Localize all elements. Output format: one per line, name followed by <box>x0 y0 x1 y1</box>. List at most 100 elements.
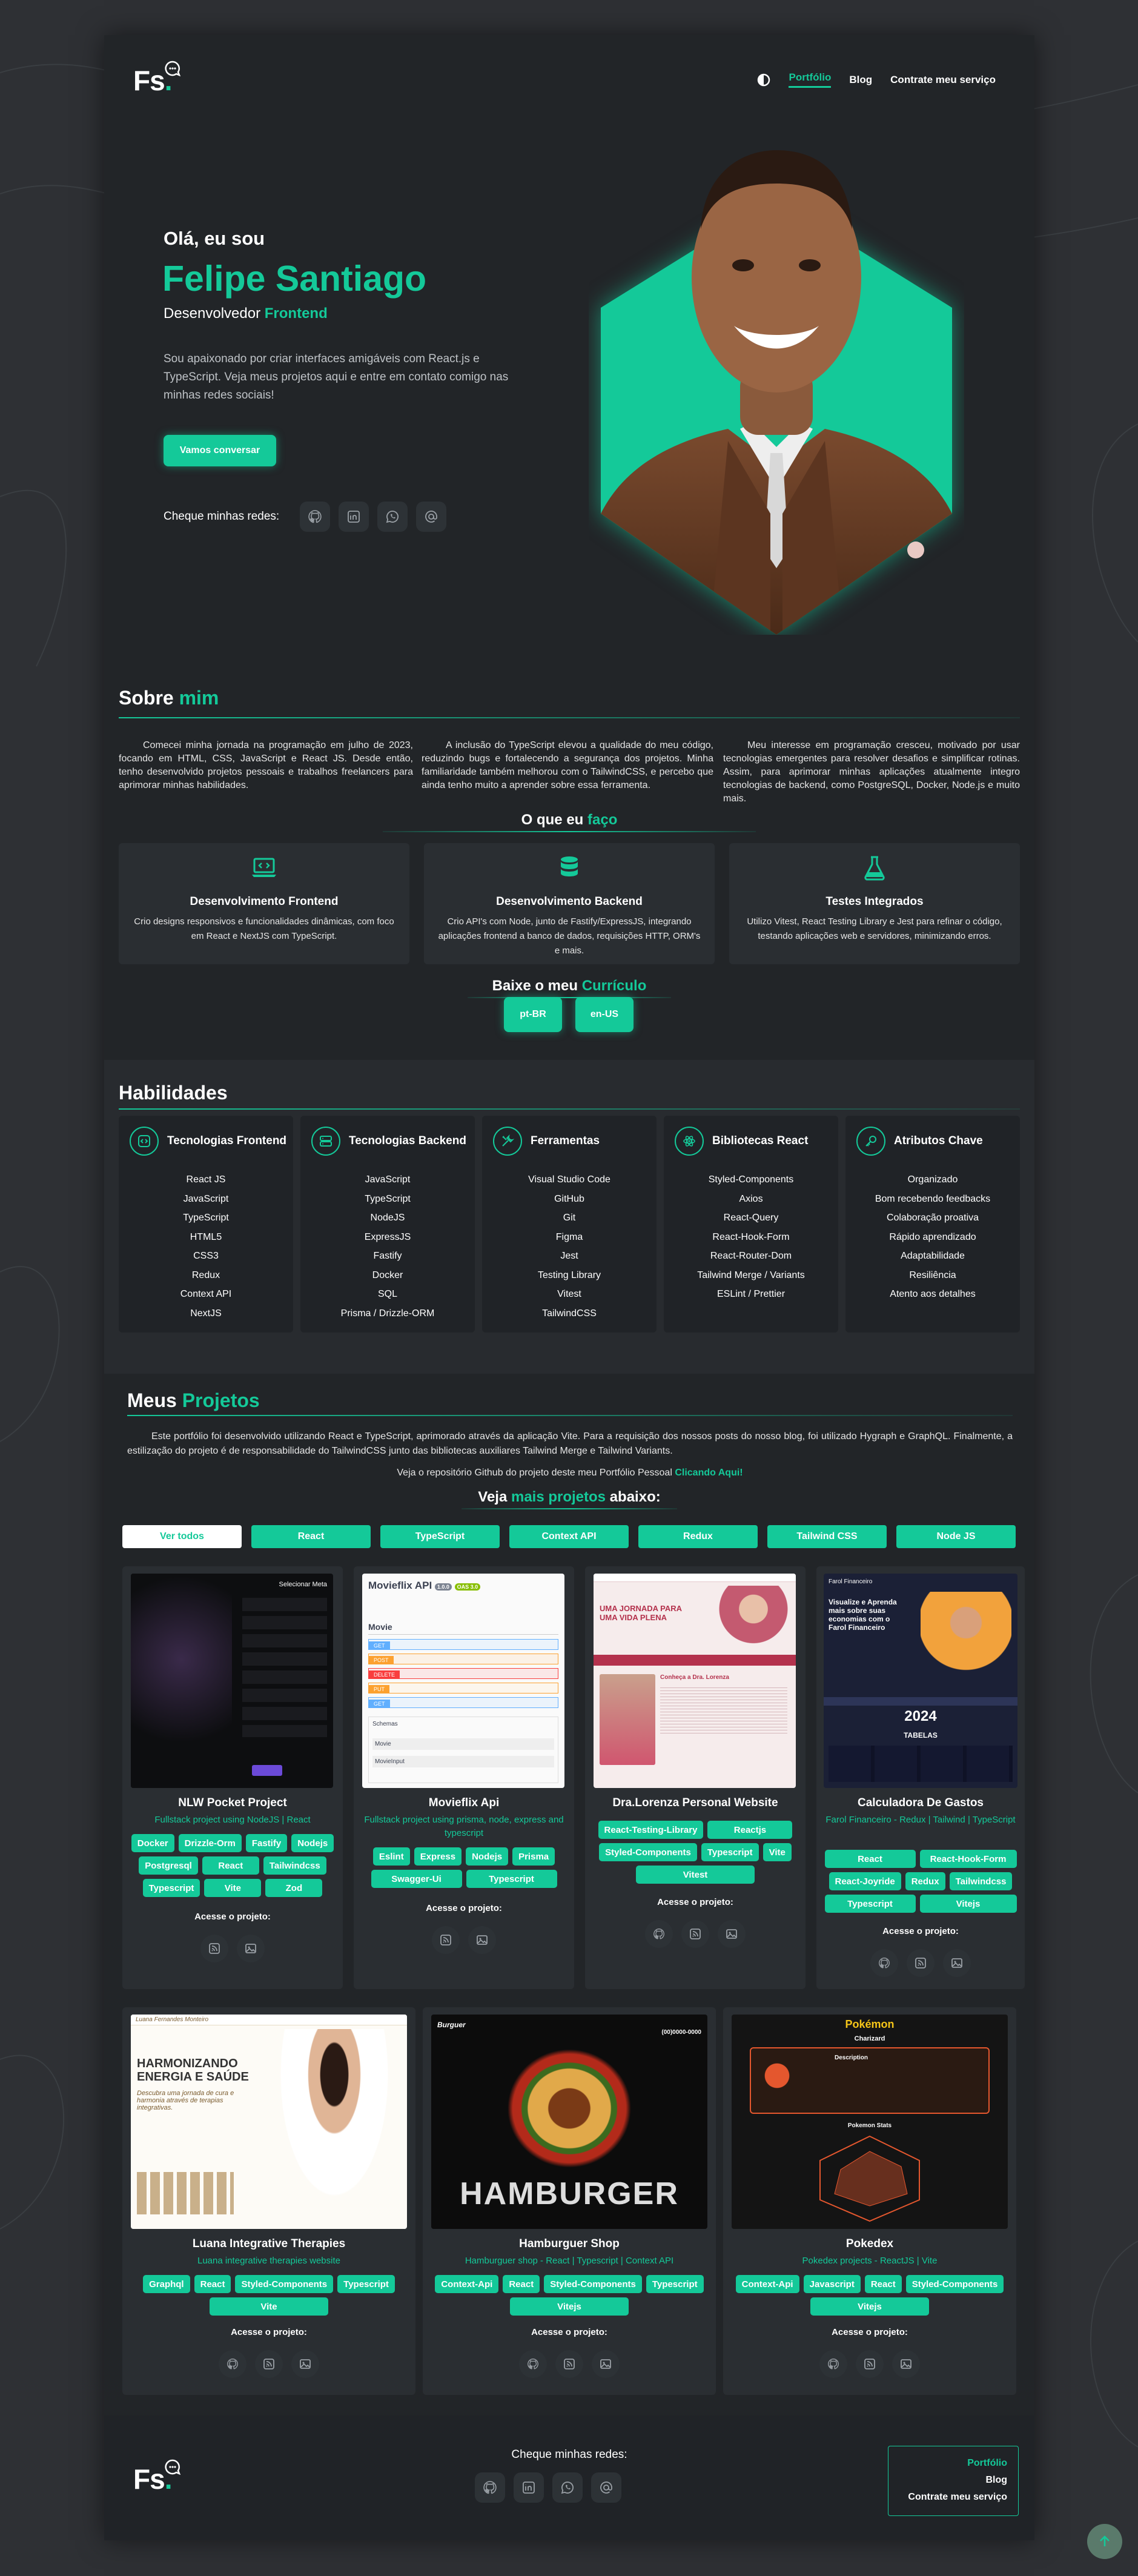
email-at-icon[interactable] <box>591 2472 621 2503</box>
github-icon[interactable] <box>300 502 331 532</box>
skill-item: React-Hook-Form <box>712 1231 790 1242</box>
tag: Drizzle-Orm <box>178 1834 242 1852</box>
tag: Vitejs <box>510 2297 629 2316</box>
tag: React-Testing-Library <box>598 1821 704 1839</box>
project-tags: React-Testing-Library Reactjs Styled-Com… <box>591 1821 799 1884</box>
footer-nav-portfolio[interactable]: Portfólio <box>899 2455 1007 2472</box>
projects-underline <box>127 1415 1013 1416</box>
filter-typescript[interactable]: TypeScript <box>380 1525 500 1548</box>
image-icon[interactable] <box>468 1926 496 1954</box>
cv-ptbr-button[interactable]: pt-BR <box>504 997 562 1032</box>
image-icon[interactable] <box>892 2350 920 2378</box>
logo[interactable]: Fs. <box>133 61 180 97</box>
project-screenshot[interactable]: Movieflix API 1.0.0 OAS 3.0 Movie GET PO… <box>362 1574 564 1788</box>
project-title: Hamburguer Shop <box>519 2237 620 2250</box>
deploy-icon[interactable] <box>555 2350 583 2378</box>
image-icon[interactable] <box>592 2350 620 2378</box>
deploy-icon[interactable] <box>200 1935 228 1962</box>
deploy-icon[interactable] <box>856 2350 884 2378</box>
project-screenshot[interactable]: Burguer (00)0000-0000 HAMBURGER <box>431 2015 707 2229</box>
skill-card-react-libs: Bibliotecas React Styled-Components Axio… <box>664 1116 838 1333</box>
project-tags: Context-Api React Styled-Components Type… <box>429 2275 710 2316</box>
github-icon[interactable] <box>870 1949 898 1977</box>
tag: React-Hook-Form <box>919 1850 1017 1868</box>
hero-socials: Cheque minhas redes: <box>164 502 447 532</box>
tag: React <box>503 2275 540 2293</box>
email-at-icon[interactable] <box>416 502 447 532</box>
footer-nav: Portfólio Blog Contrate meu serviço <box>888 2446 1019 2516</box>
tag: Typescript <box>337 2275 395 2293</box>
services-underline <box>383 831 756 832</box>
filter-nodejs[interactable]: Node JS <box>896 1525 1016 1548</box>
nav-portfolio[interactable]: Portfólio <box>789 71 832 88</box>
project-screenshot[interactable]: Selecionar Meta <box>131 1574 333 1788</box>
project-screenshot[interactable]: Luana Fernandes Monteiro HARMONIZANDO EN… <box>131 2015 407 2229</box>
footer-nav-blog[interactable]: Blog <box>899 2472 1007 2489</box>
database-icon <box>561 856 578 876</box>
filter-context-api[interactable]: Context API <box>509 1525 629 1548</box>
cv-underline <box>468 997 671 998</box>
deploy-icon[interactable] <box>907 1949 935 1977</box>
filter-tailwind[interactable]: Tailwind CSS <box>767 1525 887 1548</box>
deploy-icon[interactable] <box>255 2350 283 2378</box>
skill-item: Styled-Components <box>708 1174 794 1185</box>
filter-all[interactable]: Ver todos <box>122 1525 242 1548</box>
tag: Styled-Components <box>599 1843 697 1861</box>
scroll-to-top-button[interactable] <box>1087 2524 1122 2559</box>
skill-item: CSS3 <box>193 1251 219 1261</box>
skill-item: React-Router-Dom <box>710 1251 792 1261</box>
tag: Vite <box>204 1879 262 1897</box>
tag: Typescript <box>701 1843 759 1861</box>
tag: Fastify <box>245 1834 288 1852</box>
whatsapp-icon[interactable] <box>552 2472 583 2503</box>
footer-logo[interactable]: Fs. <box>133 2459 180 2495</box>
deploy-icon[interactable] <box>432 1926 460 1954</box>
image-icon[interactable] <box>237 1935 265 1962</box>
filter-react[interactable]: React <box>251 1525 371 1548</box>
tag: Eslint <box>372 1847 410 1866</box>
tag: Tailwindcss <box>263 1856 326 1875</box>
project-title: Luana Integrative Therapies <box>192 2237 346 2250</box>
nav-hire[interactable]: Contrate meu serviço <box>890 74 996 86</box>
skill-item: Testing Library <box>537 1270 601 1280</box>
footer-nav-hire[interactable]: Contrate meu serviço <box>899 2489 1007 2506</box>
skill-item: Prisma / Drizzle-ORM <box>340 1308 435 1319</box>
project-title: Movieflix Api <box>428 1796 500 1809</box>
project-screenshot[interactable]: Pokémon Charizard Description Pokemon St… <box>732 2015 1008 2229</box>
service-title: Testes Integrados <box>825 895 924 908</box>
filter-redux[interactable]: Redux <box>638 1525 758 1548</box>
github-icon[interactable] <box>645 1920 673 1948</box>
project-subtitle: Fullstack project using prisma, node, ex… <box>364 1815 564 1838</box>
project-screenshot[interactable]: UMA JORNADA PARA UMA VIDA PLENA Conheça … <box>594 1574 796 1788</box>
cv-enus-button[interactable]: en-US <box>575 997 634 1032</box>
project-title: NLW Pocket Project <box>178 1796 287 1809</box>
project-subtitle: Luana integrative therapies website <box>197 2256 340 2266</box>
skill-item: GitHub <box>554 1193 584 1204</box>
project-screenshot[interactable]: Farol Financeiro Visualize e Aprenda mai… <box>824 1574 1017 1788</box>
image-icon[interactable] <box>718 1920 746 1948</box>
filter-underline <box>461 1508 677 1509</box>
github-icon[interactable] <box>219 2350 246 2378</box>
github-icon[interactable] <box>519 2350 547 2378</box>
access-label: Acesse o projeto: <box>194 1912 271 1922</box>
nav-blog[interactable]: Blog <box>849 74 872 86</box>
half-circle-icon[interactable] <box>757 73 770 87</box>
image-icon[interactable] <box>291 2350 319 2378</box>
skill-item: Axios <box>739 1193 763 1204</box>
image-icon[interactable] <box>943 1949 971 1977</box>
service-desc: Crio API's com Node, junto de Fastify/Ex… <box>438 916 701 956</box>
deploy-icon[interactable] <box>681 1920 709 1948</box>
whatsapp-icon[interactable] <box>377 502 408 532</box>
github-icon[interactable] <box>819 2350 847 2378</box>
project-subtitle: Pokedex projects - ReactJS | Vite <box>802 2256 938 2266</box>
linkedin-icon[interactable] <box>339 502 369 532</box>
skill-item: Organizado <box>907 1174 958 1185</box>
tag: Redux <box>905 1872 945 1890</box>
repo-link[interactable]: Clicando Aqui! <box>675 1468 743 1478</box>
github-icon[interactable] <box>475 2472 505 2503</box>
server-icon <box>311 1127 340 1156</box>
hero-intro: Sou apaixonado por criar interfaces amig… <box>164 353 509 402</box>
contact-button[interactable]: Vamos conversar <box>164 435 276 466</box>
linkedin-icon[interactable] <box>514 2472 544 2503</box>
tag: Styled-Components <box>544 2275 642 2293</box>
